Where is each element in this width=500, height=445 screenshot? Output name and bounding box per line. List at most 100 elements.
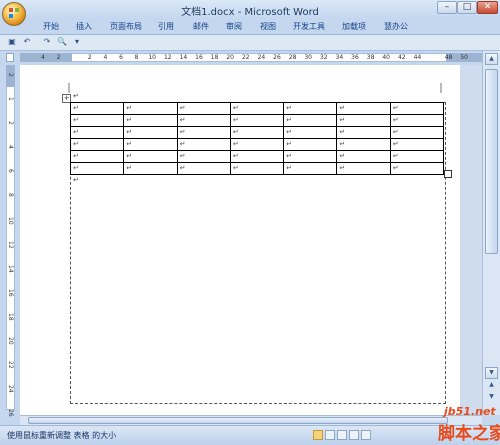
vertical-ruler-tick-label: 1 [7, 97, 14, 101]
table-cell[interactable]: ↵ [69, 114, 125, 127]
next-page-button[interactable]: ▼ [485, 393, 498, 403]
ruler-tick-label: 16 [195, 54, 203, 61]
ruler-tick-label: 24 [257, 54, 266, 61]
document-page[interactable]: + ↵ ↵ ↵ ↵ ↵ ↵ ↵ ↵ ↵ ↵ ↵ ↵ ↵ ↵ ↵ ↵ ↵ ↵ ↵ ↵ ↵ ↵ ↵ ↵ ↵ ↵ ↵ ↵ ↵ ↵ ↵ ↵ ↵ ↵ ↵ ↵ ↵… [20, 65, 460, 415]
ruler-tick-label: 4 [103, 54, 108, 61]
tab-page-layout[interactable]: 页面布局 [110, 21, 142, 32]
document-table[interactable]: ↵ ↵ ↵ ↵ ↵ ↵ ↵ ↵ ↵ ↵ ↵ ↵ ↵ ↵ ↵ ↵ ↵ ↵ ↵ ↵ ↵ ↵ ↵ ↵ ↵ ↵ ↵ ↵ ↵ ↵ ↵ ↵ ↵ ↵ ↵ ↵ ↵ ↵ ↵ ↵… [69, 102, 445, 175]
table-row: ↵ ↵ ↵ ↵ ↵ ↵ ↵ [69, 162, 445, 175]
table-cell[interactable]: ↵ [123, 138, 178, 151]
table-cell[interactable]: ↵ [336, 126, 391, 139]
scroll-up-button[interactable]: ▲ [485, 53, 498, 65]
table-cell[interactable]: ↵ [389, 150, 445, 163]
tab-insert[interactable]: 插入 [76, 21, 92, 32]
outline-view-button[interactable] [349, 430, 359, 440]
tab-review[interactable]: 审阅 [226, 21, 242, 32]
table-cell[interactable]: ↵ [176, 114, 231, 127]
ruler-tick-label: 2 [56, 54, 61, 61]
table-cell[interactable]: ↵ [229, 114, 285, 127]
tab-huibangong[interactable]: 慧办公 [384, 21, 408, 32]
table-cell[interactable]: ↵ [283, 114, 338, 127]
table-cell[interactable]: ↵ [229, 162, 285, 175]
table-cell[interactable]: ↵ [176, 138, 231, 151]
table-cell[interactable]: ↵ [123, 102, 178, 115]
document-area[interactable]: + ↵ ↵ ↵ ↵ ↵ ↵ ↵ ↵ ↵ ↵ ↵ ↵ ↵ ↵ ↵ ↵ ↵ ↵ ↵ ↵ ↵ ↵ ↵ ↵ ↵ ↵ ↵ ↵ ↵ ↵ ↵ ↵ ↵ ↵ ↵ ↵ ↵… [20, 65, 482, 415]
web-layout-button[interactable] [337, 430, 347, 440]
vertical-scrollbar[interactable]: ▲ ▼ ▲ ▼ [482, 51, 500, 415]
tab-view[interactable]: 视图 [260, 21, 276, 32]
table-cell[interactable]: ↵ [336, 150, 391, 163]
table-cell[interactable]: ↵ [389, 162, 445, 175]
table-cell[interactable]: ↵ [389, 114, 445, 127]
print-preview-icon[interactable]: 🔍 [57, 37, 67, 47]
table-cell[interactable]: ↵ [229, 138, 285, 151]
vertical-ruler[interactable]: 2 1 2 4 6 8 10 12 14 16 18 20 22 24 26 [0, 65, 20, 417]
table-cell[interactable]: ↵ [176, 126, 231, 139]
ruler-tick-label: 30 [304, 54, 313, 61]
undo-icon[interactable]: ↶ [22, 37, 32, 47]
table-cell[interactable]: ↵ [283, 126, 338, 139]
table-cell[interactable]: ↵ [229, 102, 285, 115]
vertical-ruler-tick-label: 2 [7, 73, 14, 77]
customize-icon[interactable]: ▾ [72, 37, 82, 47]
table-row: ↵ ↵ ↵ ↵ ↵ ↵ ↵ [69, 150, 445, 163]
table-cell[interactable]: ↵ [336, 162, 391, 175]
tab-add-ins[interactable]: 加载项 [342, 21, 366, 32]
table-cell[interactable]: ↵ [229, 126, 285, 139]
redo-icon[interactable]: ↷ [42, 37, 52, 47]
horizontal-scroll-thumb[interactable] [28, 417, 448, 424]
vertical-ruler-tick-label: 20 [7, 337, 14, 345]
maximize-button[interactable]: □ [457, 1, 477, 14]
status-bar: 使用鼠标重新调整 表格 的大小 [0, 425, 500, 445]
print-layout-view-button[interactable] [313, 430, 323, 440]
table-cell[interactable]: ↵ [123, 162, 178, 175]
save-icon[interactable]: ▣ [7, 37, 17, 47]
horizontal-ruler[interactable]: 4 2 2 4 6 8 10 12 14 16 18 20 22 24 26 28 30 32 34 36 38 40 42… [0, 51, 500, 65]
table-cell[interactable]: ↵ [176, 102, 231, 115]
table-cell[interactable]: ↵ [69, 150, 125, 163]
tab-mailings[interactable]: 邮件 [193, 21, 209, 32]
table-cell[interactable]: ↵ [389, 126, 445, 139]
tab-references[interactable]: 引用 [158, 21, 174, 32]
table-cell[interactable]: ↵ [123, 114, 178, 127]
table-cell[interactable]: ↵ [336, 138, 391, 151]
previous-page-button[interactable]: ▲ [485, 381, 498, 391]
scroll-down-button[interactable]: ▼ [485, 367, 498, 379]
horizontal-scrollbar[interactable] [20, 415, 482, 425]
ruler-tick-label: 12 [163, 54, 172, 61]
table-cell[interactable]: ↵ [336, 114, 391, 127]
table-cell[interactable]: ↵ [283, 102, 338, 115]
vertical-ruler-strip [6, 65, 15, 410]
crop-mark-top-left [68, 83, 70, 93]
office-button[interactable] [2, 2, 26, 26]
minimize-button[interactable]: – [437, 1, 457, 14]
ruler-left-margin [20, 53, 72, 62]
table-cell[interactable]: ↵ [389, 138, 445, 151]
table-row: ↵ ↵ ↵ ↵ ↵ ↵ ↵ [69, 114, 445, 127]
table-cell[interactable]: ↵ [123, 150, 178, 163]
table-cell[interactable]: ↵ [283, 138, 338, 151]
table-cell[interactable]: ↵ [283, 162, 338, 175]
table-cell[interactable]: ↵ [69, 162, 125, 175]
table-cell[interactable]: ↵ [336, 102, 391, 115]
table-cell[interactable]: ↵ [176, 162, 231, 175]
table-row: ↵ ↵ ↵ ↵ ↵ ↵ ↵ [69, 138, 445, 151]
table-cell[interactable]: ↵ [176, 150, 231, 163]
table-cell[interactable]: ↵ [283, 150, 338, 163]
table-cell[interactable]: ↵ [123, 126, 178, 139]
vertical-ruler-tick-label: 8 [7, 193, 14, 197]
table-cell[interactable]: ↵ [69, 102, 125, 115]
scroll-thumb[interactable] [485, 69, 498, 254]
close-button[interactable]: ✕ [477, 1, 498, 14]
tab-selector[interactable] [6, 53, 14, 62]
quick-access-toolbar: ▣ ↶ ↷ 🔍 ▾ [0, 35, 500, 51]
table-cell[interactable]: ↵ [69, 138, 125, 151]
tab-developer[interactable]: 开发工具 [293, 21, 325, 32]
table-cell[interactable]: ↵ [229, 150, 285, 163]
table-cell[interactable]: ↵ [389, 102, 445, 115]
table-cell[interactable]: ↵ [69, 126, 125, 139]
full-screen-reading-button[interactable] [325, 430, 335, 440]
draft-view-button[interactable] [361, 430, 371, 440]
tab-home[interactable]: 开始 [43, 21, 59, 32]
table-resize-handle[interactable] [444, 170, 452, 178]
